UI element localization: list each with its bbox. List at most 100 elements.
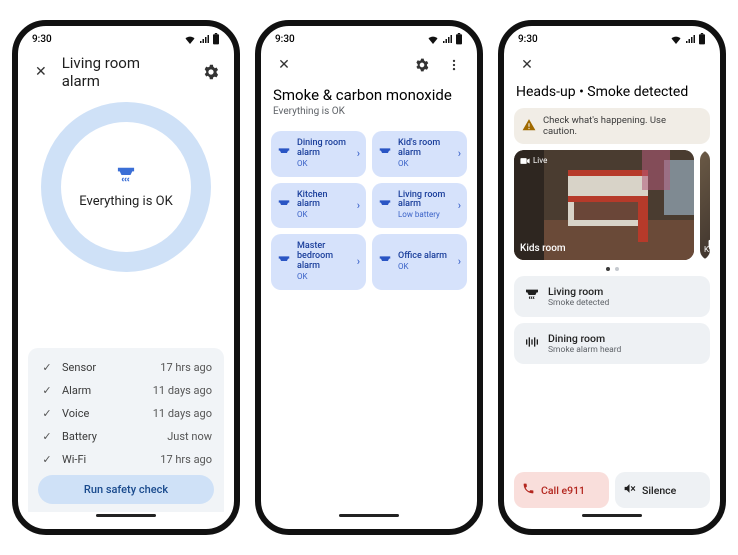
run-safety-check-button[interactable]: Run safety check [38, 475, 214, 504]
alarm-card[interactable]: Living room alarmLow battery › [372, 183, 467, 229]
alarm-name: Master bedroom alarm [297, 242, 351, 272]
silence-button[interactable]: Silence [615, 472, 710, 508]
smoke-detector-icon [115, 166, 137, 188]
chevron-right-icon: › [458, 147, 461, 160]
signal-icon [442, 34, 452, 44]
alarm-card[interactable]: Office alarmOK › [372, 234, 467, 289]
alarm-status: OK [297, 273, 351, 282]
alarm-card[interactable]: Kitchen alarmOK › [271, 183, 366, 229]
home-indicator[interactable] [339, 514, 399, 517]
warning-banner: Check what's happening. Use caution. [514, 108, 710, 144]
wifi-icon [427, 34, 439, 44]
wifi-icon [184, 34, 196, 44]
signal-icon [199, 34, 209, 44]
alarm-grid: Dining room alarmOK › Kid's room alarmOK… [271, 131, 467, 290]
carousel-pager[interactable] [514, 267, 710, 271]
phone-smoke-co: 9:30 Smoke & carbon monoxide Everything … [255, 20, 483, 535]
check-label: Alarm [62, 384, 91, 397]
status-bar: 9:30 [18, 26, 234, 48]
header: Living room alarm [28, 48, 224, 98]
camera-card[interactable]: Live Kids room [514, 150, 694, 260]
chevron-right-icon: › [458, 199, 461, 212]
alarm-card[interactable]: Master bedroom alarmOK › [271, 234, 366, 289]
warning-text: Check what's happening. Use caution. [543, 115, 702, 137]
silence-label: Silence [642, 484, 676, 497]
alarm-card[interactable]: Dining room alarmOK › [271, 131, 366, 177]
page-title: Living room alarm [62, 54, 181, 90]
status-icons [670, 33, 706, 45]
status-time: 9:30 [275, 34, 295, 45]
smoke-detector-icon [277, 196, 291, 215]
check-icon: ✓ [40, 430, 54, 443]
smoke-detector-icon [277, 252, 291, 271]
signal-icon [685, 34, 695, 44]
phone-living-room: 9:30 Living room alarm Everything is OK [12, 20, 240, 535]
check-label: Sensor [62, 361, 96, 374]
alarm-card[interactable]: Kid's room alarmOK › [372, 131, 467, 177]
settings-icon[interactable] [411, 54, 433, 76]
alarm-status: OK [297, 160, 351, 169]
wifi-icon [670, 34, 682, 44]
check-row: ✓ Sensor 17 hrs ago [38, 356, 214, 379]
status-time: 9:30 [32, 34, 52, 45]
alarm-name: Office alarm [398, 252, 452, 262]
header [271, 48, 467, 84]
home-indicator[interactable] [582, 514, 642, 517]
camera-caption: Kids room [520, 243, 566, 254]
check-time: 17 hrs ago [160, 453, 212, 466]
check-time: Just now [167, 430, 212, 443]
alarm-name: Living room alarm [398, 191, 452, 211]
alarm-name: Dining room alarm [297, 139, 351, 159]
settings-icon[interactable] [200, 61, 222, 83]
chevron-right-icon: › [357, 199, 360, 212]
camera-caption: Kit [704, 245, 710, 254]
check-row: ✓Wi-Fi17 hrs ago [38, 448, 214, 471]
page-title: Heads-up • Smoke detected [514, 84, 710, 108]
status-message: Everything is OK [79, 194, 172, 209]
alarm-status: Low battery [398, 211, 452, 220]
camera-card-peek[interactable]: Kit [700, 150, 710, 260]
close-icon[interactable] [30, 61, 52, 83]
pager-dot[interactable] [606, 267, 610, 271]
smoke-detector-icon [378, 144, 392, 163]
check-label: Voice [62, 407, 89, 420]
live-label: Live [533, 156, 547, 165]
battery-icon [698, 33, 706, 45]
status-ring: Everything is OK [41, 102, 211, 272]
room-status-card[interactable]: Dining roomSmoke alarm heard [514, 323, 710, 364]
alarm-status: OK [398, 160, 452, 169]
smoke-detector-icon [378, 196, 392, 215]
battery-icon [212, 33, 220, 45]
status-icons [427, 33, 463, 45]
check-time: 17 hrs ago [160, 361, 212, 374]
more-icon[interactable] [443, 54, 465, 76]
page-title: Smoke & carbon monoxide [271, 84, 467, 106]
check-time: 11 days ago [153, 407, 212, 420]
room-status-card[interactable]: Living roomSmoke detected [514, 276, 710, 317]
call-e911-button[interactable]: Call e911 [514, 472, 609, 508]
header [514, 48, 710, 84]
check-icon: ✓ [40, 361, 54, 374]
check-time: 11 days ago [153, 384, 212, 397]
alarm-status: OK [398, 263, 452, 272]
camera-icon [520, 157, 530, 165]
pager-dot[interactable] [615, 267, 619, 271]
close-icon[interactable] [273, 54, 295, 76]
check-icon: ✓ [40, 407, 54, 420]
phone-icon [522, 482, 535, 498]
check-label: Wi-Fi [62, 453, 86, 466]
status-bar: 9:30 [504, 26, 720, 48]
home-indicator[interactable] [96, 514, 156, 517]
check-icon: ✓ [40, 384, 54, 397]
check-row: ✓ Alarm 11 days ago [38, 379, 214, 402]
close-icon[interactable] [516, 54, 538, 76]
check-row: ✓ Voice 11 days ago [38, 402, 214, 425]
chevron-right-icon: › [357, 147, 360, 160]
alarm-name: Kitchen alarm [297, 191, 351, 211]
room-name: Living room [548, 285, 609, 298]
alarm-name: Kid's room alarm [398, 139, 452, 159]
camera-carousel[interactable]: Live Kids room Kit [514, 150, 710, 260]
sound-icon [524, 334, 540, 353]
page-subtitle: Everything is OK [271, 106, 467, 125]
mute-icon [623, 482, 636, 498]
